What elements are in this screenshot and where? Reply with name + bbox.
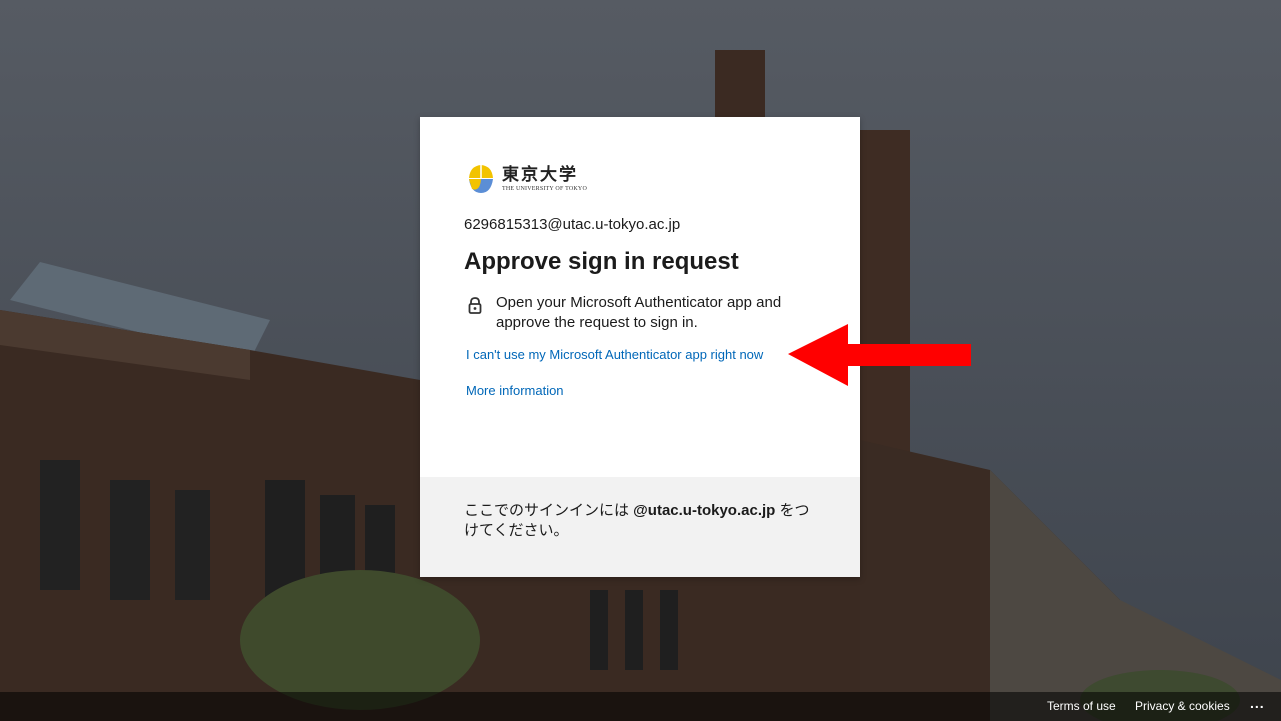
account-email: 6296815313@utac.u-tokyo.ac.jp — [464, 216, 681, 233]
cant-use-app-link[interactable]: I can't use my Microsoft Authenticator a… — [466, 347, 763, 362]
university-logo: 東京大学 THE UNIVERSITY OF TOKYO — [466, 161, 587, 197]
page-title: Approve sign in request — [464, 248, 739, 275]
card-body: 東京大学 THE UNIVERSITY OF TOKYO 6296815313@… — [420, 117, 860, 477]
more-options-button[interactable]: ... — [1250, 695, 1265, 711]
terms-of-use-link[interactable]: Terms of use — [1047, 699, 1116, 713]
logo-name-jp: 東京大学 — [502, 164, 578, 185]
red-arrow-left-icon — [788, 324, 971, 386]
instruction-text: Open your Microsoft Authenticator app an… — [496, 294, 782, 331]
bottom-bar: Terms of use Privacy & cookies ... — [0, 692, 1281, 721]
footer-note-before: ここでのサインインには — [464, 502, 634, 519]
more-information-link[interactable]: More information — [466, 383, 564, 398]
footer-note: ここでのサインインには @utac.u-tokyo.ac.jp をつけてください… — [464, 501, 824, 541]
instruction-row: Open your Microsoft Authenticator app an… — [464, 293, 814, 333]
footer-note-domain: @utac.u-tokyo.ac.jp — [633, 502, 776, 519]
lock-icon — [468, 297, 482, 314]
card-footer: ここでのサインインには @utac.u-tokyo.ac.jp をつけてください… — [420, 477, 860, 577]
ginkgo-logo-icon — [469, 165, 493, 193]
privacy-cookies-link[interactable]: Privacy & cookies — [1135, 699, 1230, 713]
logo-name-en: THE UNIVERSITY OF TOKYO — [502, 185, 587, 192]
